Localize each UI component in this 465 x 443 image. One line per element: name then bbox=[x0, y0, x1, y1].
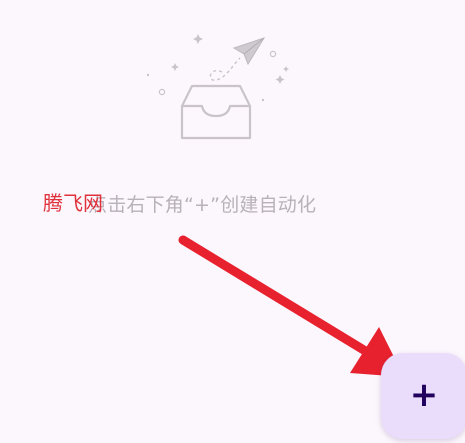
empty-inbox-icon bbox=[146, 34, 289, 140]
automation-screen: 点击右下角“+”创建自动化 腾飞网 + bbox=[0, 0, 465, 443]
plus-icon: + bbox=[409, 375, 439, 415]
empty-state-hint: 点击右下角“+”创建自动化 bbox=[88, 194, 317, 216]
watermark-text: 腾飞网 bbox=[43, 191, 103, 215]
add-automation-button[interactable]: + bbox=[381, 353, 465, 439]
